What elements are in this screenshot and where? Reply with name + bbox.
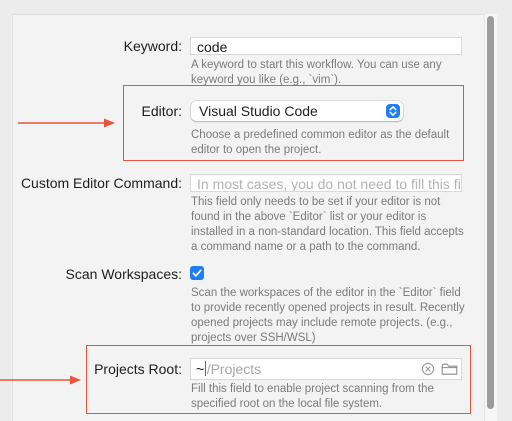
editor-highlight-box [123,85,464,161]
custom-editor-command-input[interactable]: In most cases, you do not need to fill t… [190,174,462,192]
scan-workspaces-label: Scan Workspaces: [65,266,182,282]
scan-workspaces-help-line: to provide recently opened projects in r… [191,302,465,314]
scan-workspaces-checkbox[interactable] [190,266,204,280]
custom-editor-command-help: This field only needs to be set if your … [191,195,464,255]
checkmark-icon [192,269,202,277]
keyword-help-line: A keyword to start this workflow. You ca… [191,59,442,71]
custom-editor-command-help-line: This field only needs to be set if your … [191,196,441,208]
keyword-label: Keyword: [123,38,182,54]
editor-pointer-arrow [18,118,115,128]
scan-workspaces-help-line: projects over SSH/WSL) [191,332,316,344]
keyword-input[interactable]: code [190,37,462,55]
scan-workspaces-help: Scan the workspaces of the editor in the… [191,286,465,346]
keyword-help: A keyword to start this workflow. You ca… [191,58,442,88]
projects-root-pointer-arrow [0,375,81,385]
projects-root-highlight-box [86,345,471,414]
custom-editor-command-help-line: found in the above `Editor` list or your… [191,211,427,223]
preferences-window: Keyword: code A keyword to start this wo… [0,0,512,421]
custom-editor-command-help-line: a command name or a path to the command. [191,241,421,253]
custom-editor-command-help-line: installed in a non-standard location. Th… [191,226,464,238]
scan-workspaces-help-line: Scan the workspaces of the editor in the… [191,287,461,299]
scan-workspaces-help-line: opened projects may include remote proje… [191,317,453,329]
custom-editor-command-label: Custom Editor Command: [20,175,182,191]
scrollbar-thumb[interactable] [487,16,494,409]
